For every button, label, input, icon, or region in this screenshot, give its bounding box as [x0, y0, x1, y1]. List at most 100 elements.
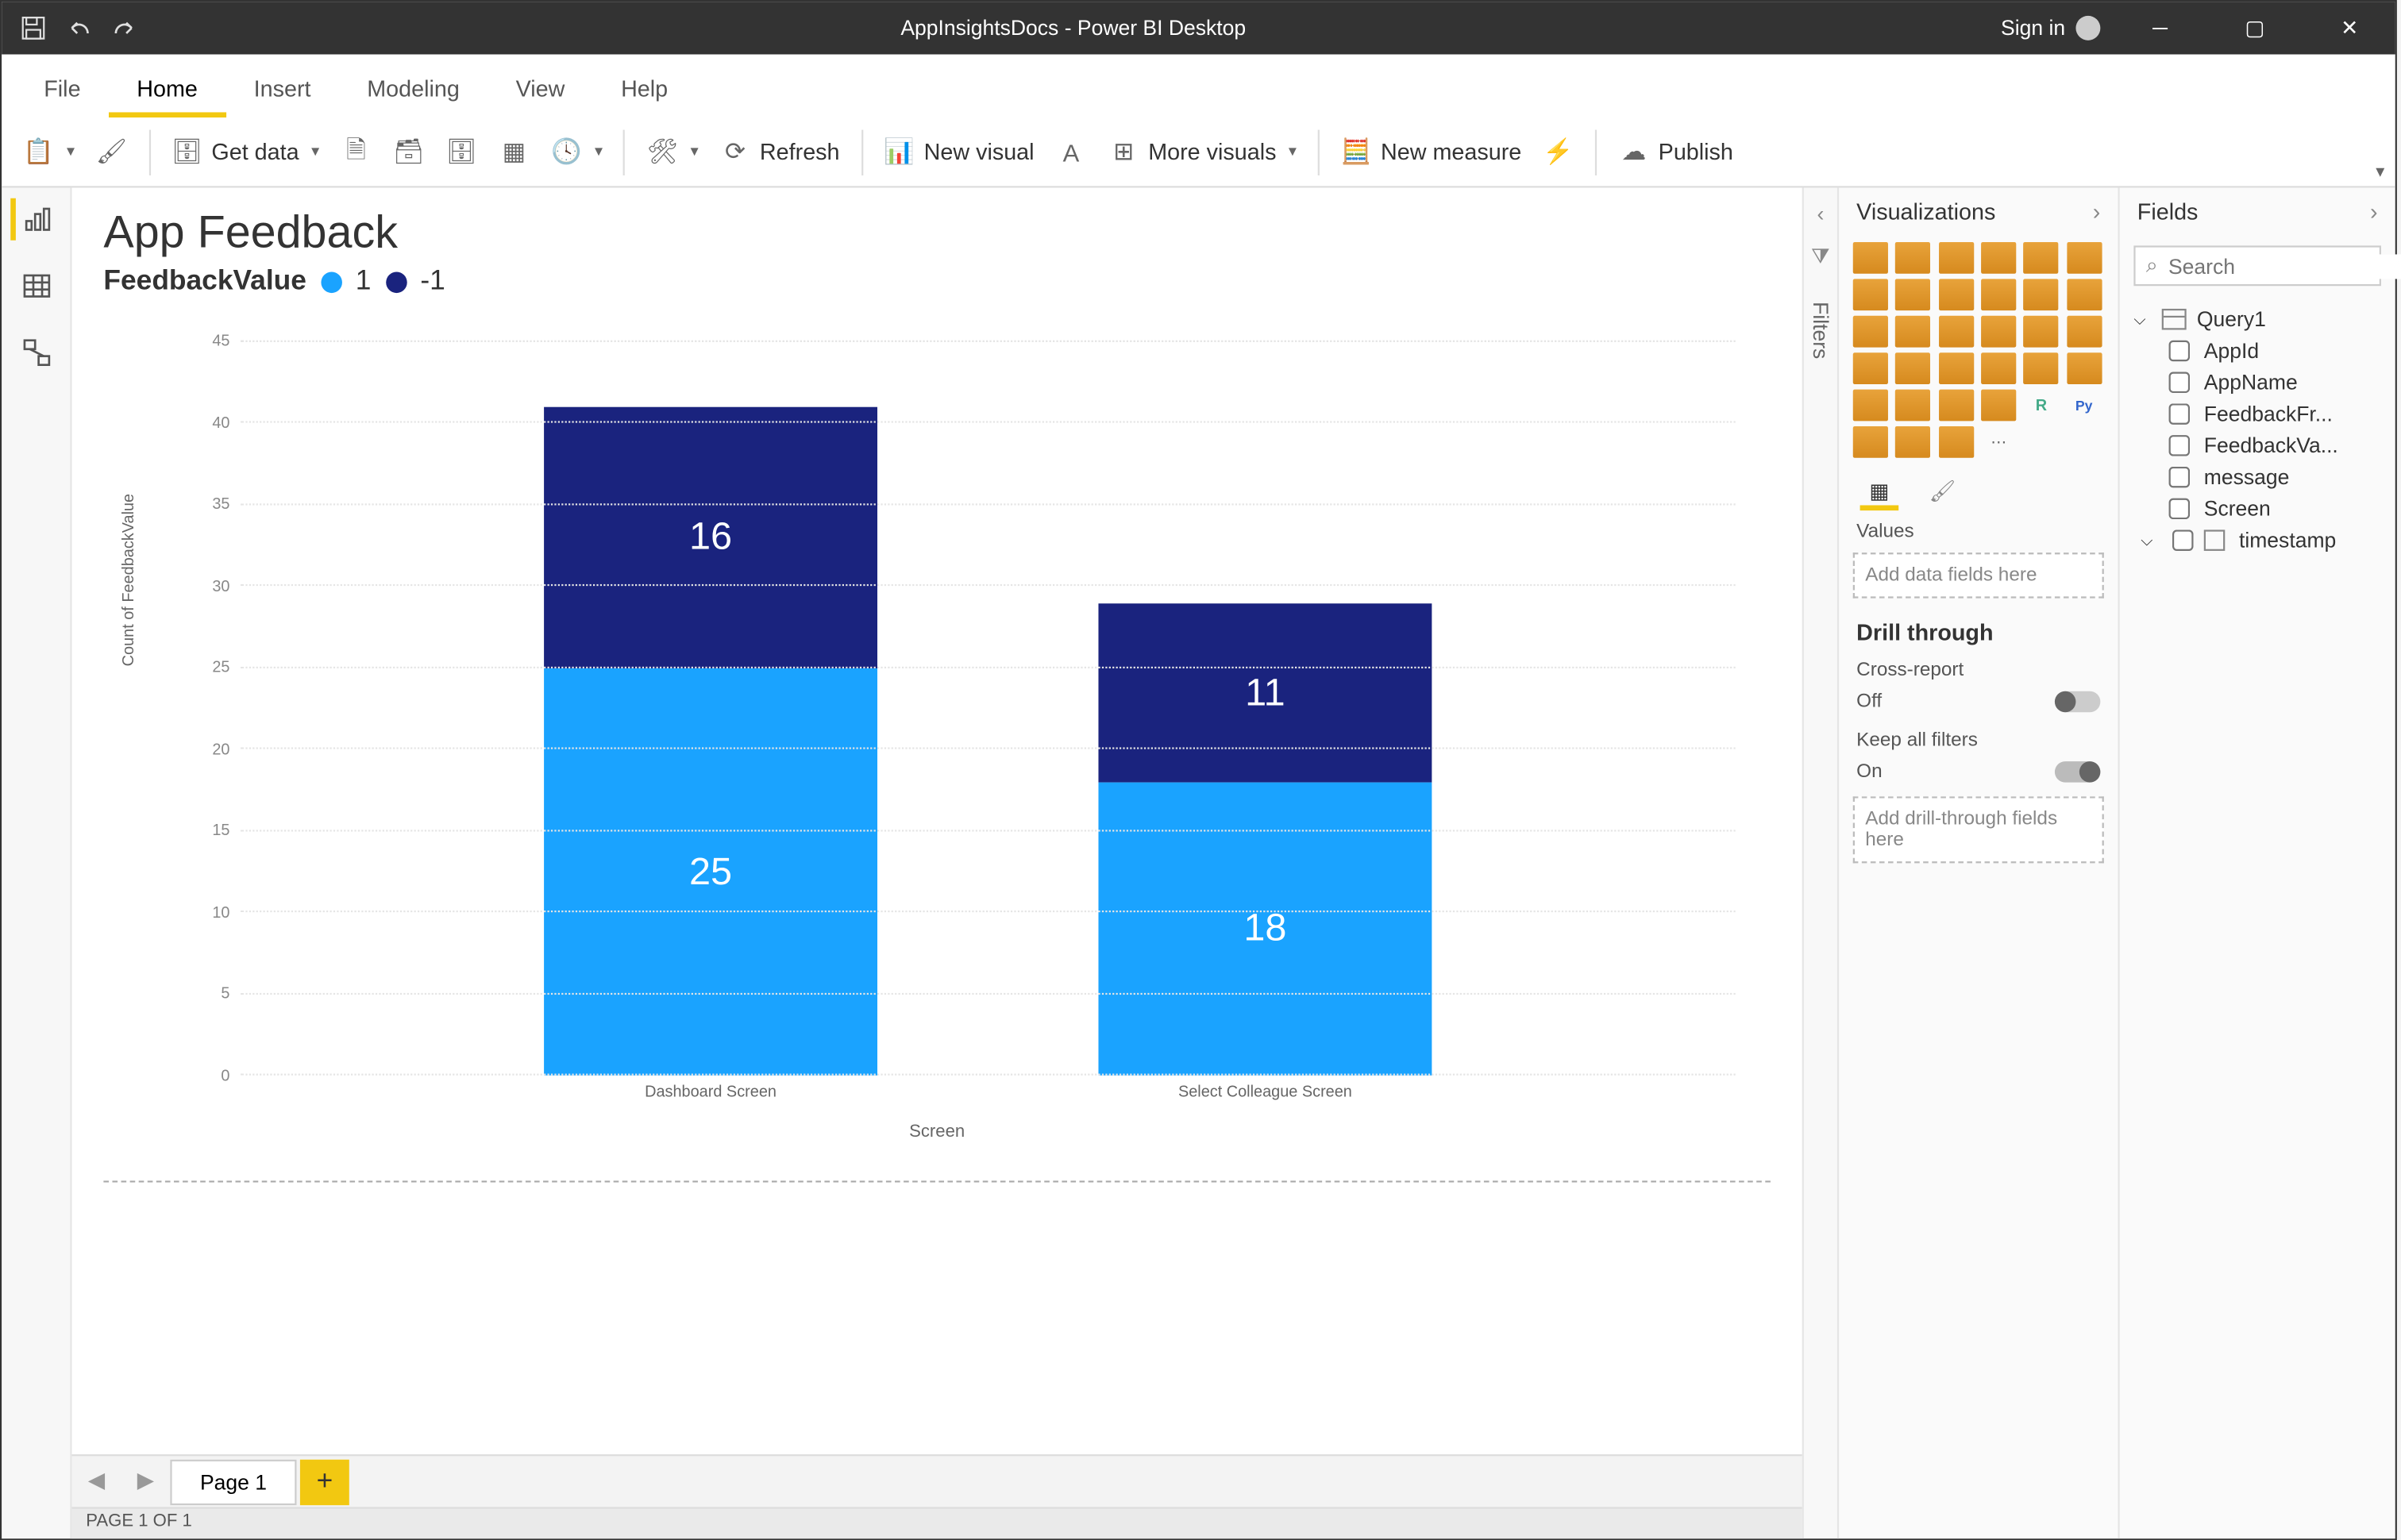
- viz-type-icon[interactable]: [1853, 390, 1888, 422]
- field-item[interactable]: FeedbackVa...: [2133, 429, 2381, 461]
- viz-type-icon[interactable]: [1853, 426, 1888, 458]
- viz-type-icon[interactable]: [1938, 426, 1973, 458]
- viz-type-icon[interactable]: [1896, 352, 1931, 384]
- cross-report-toggle[interactable]: [2055, 691, 2100, 713]
- paste-button[interactable]: 📋▾: [12, 129, 85, 174]
- quick-measure-button[interactable]: ⚡: [1532, 129, 1585, 174]
- drillthrough-dropzone[interactable]: Add drill-through fields here: [1853, 796, 2104, 863]
- tab-view[interactable]: View: [488, 61, 592, 117]
- page-tab[interactable]: Page 1: [170, 1459, 296, 1504]
- signin-button[interactable]: Sign in: [2001, 16, 2100, 40]
- field-checkbox[interactable]: [2169, 341, 2191, 362]
- viz-type-icon[interactable]: [1938, 316, 1973, 348]
- transform-data-button[interactable]: 🛠▾: [636, 129, 709, 174]
- maximize-button[interactable]: ▢: [2220, 2, 2290, 54]
- filters-pane-collapsed[interactable]: ‹ ⧩ Filters: [1802, 187, 1837, 1538]
- save-icon[interactable]: [19, 14, 47, 42]
- report-canvas[interactable]: App Feedback FeedbackValue 1 -1 Count of…: [72, 187, 1802, 1454]
- viz-type-icon[interactable]: [1981, 390, 2016, 422]
- text-box-button[interactable]: A: [1045, 129, 1097, 174]
- prev-page-button[interactable]: ◄: [72, 1457, 121, 1506]
- publish-button[interactable]: ☁Publish: [1608, 129, 1744, 174]
- new-visual-button[interactable]: 📊New visual: [873, 129, 1045, 174]
- chart-area[interactable]: Count of FeedbackValue 05101520253035404…: [103, 306, 1771, 1183]
- get-data-button[interactable]: 🗄Get data▾: [160, 129, 330, 174]
- viz-type-icon[interactable]: [1938, 279, 1973, 310]
- field-item[interactable]: FeedbackFr...: [2133, 398, 2381, 430]
- field-checkbox[interactable]: [2169, 403, 2191, 425]
- viz-type-icon[interactable]: [1938, 390, 1973, 422]
- viz-type-icon[interactable]: [1853, 352, 1888, 384]
- viz-type-icon[interactable]: [1981, 352, 2016, 384]
- collapse-viz-icon[interactable]: ›: [2093, 198, 2101, 225]
- search-input[interactable]: [2168, 253, 2401, 278]
- viz-type-icon[interactable]: [1981, 279, 2016, 310]
- field-item[interactable]: Screen: [2133, 493, 2381, 525]
- field-item[interactable]: AppId: [2133, 335, 2381, 367]
- viz-type-icon[interactable]: [2024, 279, 2059, 310]
- viz-type-icon[interactable]: [1853, 316, 1888, 348]
- viz-type-icon[interactable]: [1981, 242, 2016, 274]
- format-painter-button[interactable]: 🖌: [85, 129, 137, 174]
- refresh-button[interactable]: ⟳Refresh: [709, 129, 850, 174]
- add-page-button[interactable]: +: [300, 1459, 349, 1504]
- viz-type-icon[interactable]: [2024, 316, 2059, 348]
- field-checkbox[interactable]: [2169, 467, 2191, 488]
- keep-filters-toggle[interactable]: [2055, 761, 2100, 783]
- viz-type-icon[interactable]: ⋯: [1981, 426, 2016, 458]
- pbi-dataset-button[interactable]: 🗃: [383, 129, 435, 174]
- redo-icon[interactable]: [110, 14, 138, 42]
- tab-home[interactable]: Home: [109, 61, 225, 117]
- tab-modeling[interactable]: Modeling: [339, 61, 488, 117]
- undo-icon[interactable]: [65, 14, 93, 42]
- viz-type-icon[interactable]: [1853, 279, 1888, 310]
- model-view-button[interactable]: [15, 332, 57, 374]
- excel-source-button[interactable]: 🗎: [330, 129, 382, 174]
- viz-type-icon[interactable]: [2067, 316, 2102, 348]
- tab-insert[interactable]: Insert: [225, 61, 339, 117]
- next-page-button[interactable]: ►: [121, 1457, 170, 1506]
- viz-type-icon[interactable]: [1938, 242, 1973, 274]
- viz-type-icon[interactable]: [1938, 352, 1973, 384]
- bar-column[interactable]: 1118Select Colleague Screen: [1098, 342, 1432, 1076]
- viz-type-icon[interactable]: [1896, 426, 1931, 458]
- minimize-button[interactable]: ─: [2125, 2, 2195, 54]
- report-view-button[interactable]: [10, 198, 57, 241]
- field-item[interactable]: ⌵timestamp: [2133, 525, 2381, 556]
- viz-type-icon[interactable]: [2067, 242, 2102, 274]
- expand-filters-icon[interactable]: ‹: [1817, 202, 1824, 226]
- viz-type-icon[interactable]: [1896, 316, 1931, 348]
- bar-column[interactable]: 1625Dashboard Screen: [544, 342, 877, 1076]
- sql-source-button[interactable]: 🗄: [435, 129, 488, 174]
- new-measure-button[interactable]: 🧮New measure: [1330, 129, 1532, 174]
- more-visuals-button[interactable]: ⊞More visuals▾: [1097, 129, 1307, 174]
- close-button[interactable]: ✕: [2314, 2, 2384, 54]
- data-view-button[interactable]: [15, 265, 57, 307]
- recent-sources-button[interactable]: 🕓▾: [541, 129, 614, 174]
- collapse-fields-icon[interactable]: ›: [2370, 198, 2378, 225]
- values-dropzone[interactable]: Add data fields here: [1853, 552, 2104, 598]
- table-node[interactable]: ⌵ Query1: [2133, 303, 2381, 335]
- field-checkbox[interactable]: [2169, 499, 2191, 520]
- field-checkbox[interactable]: [2172, 529, 2194, 551]
- field-item[interactable]: message: [2133, 461, 2381, 493]
- fields-search[interactable]: ⌕: [2133, 245, 2381, 286]
- viz-type-icon[interactable]: [2024, 242, 2059, 274]
- viz-type-icon[interactable]: [2067, 279, 2102, 310]
- field-checkbox[interactable]: [2169, 435, 2191, 456]
- ribbon-overflow-icon[interactable]: ▾: [2376, 164, 2384, 183]
- tab-file[interactable]: File: [16, 61, 109, 117]
- viz-type-icon[interactable]: [1896, 242, 1931, 274]
- format-tab[interactable]: 🖌: [1923, 475, 1962, 510]
- field-checkbox[interactable]: [2169, 372, 2191, 394]
- viz-type-icon[interactable]: [1981, 316, 2016, 348]
- enter-data-button[interactable]: ▦: [488, 129, 540, 174]
- viz-type-icon[interactable]: [1896, 390, 1931, 422]
- tab-help[interactable]: Help: [593, 61, 696, 117]
- viz-type-icon[interactable]: [2024, 352, 2059, 384]
- field-item[interactable]: AppName: [2133, 367, 2381, 398]
- viz-type-icon[interactable]: [1853, 242, 1888, 274]
- viz-type-icon[interactable]: [1896, 279, 1931, 310]
- viz-type-icon[interactable]: Py: [2067, 390, 2102, 422]
- viz-type-icon[interactable]: R: [2024, 390, 2059, 422]
